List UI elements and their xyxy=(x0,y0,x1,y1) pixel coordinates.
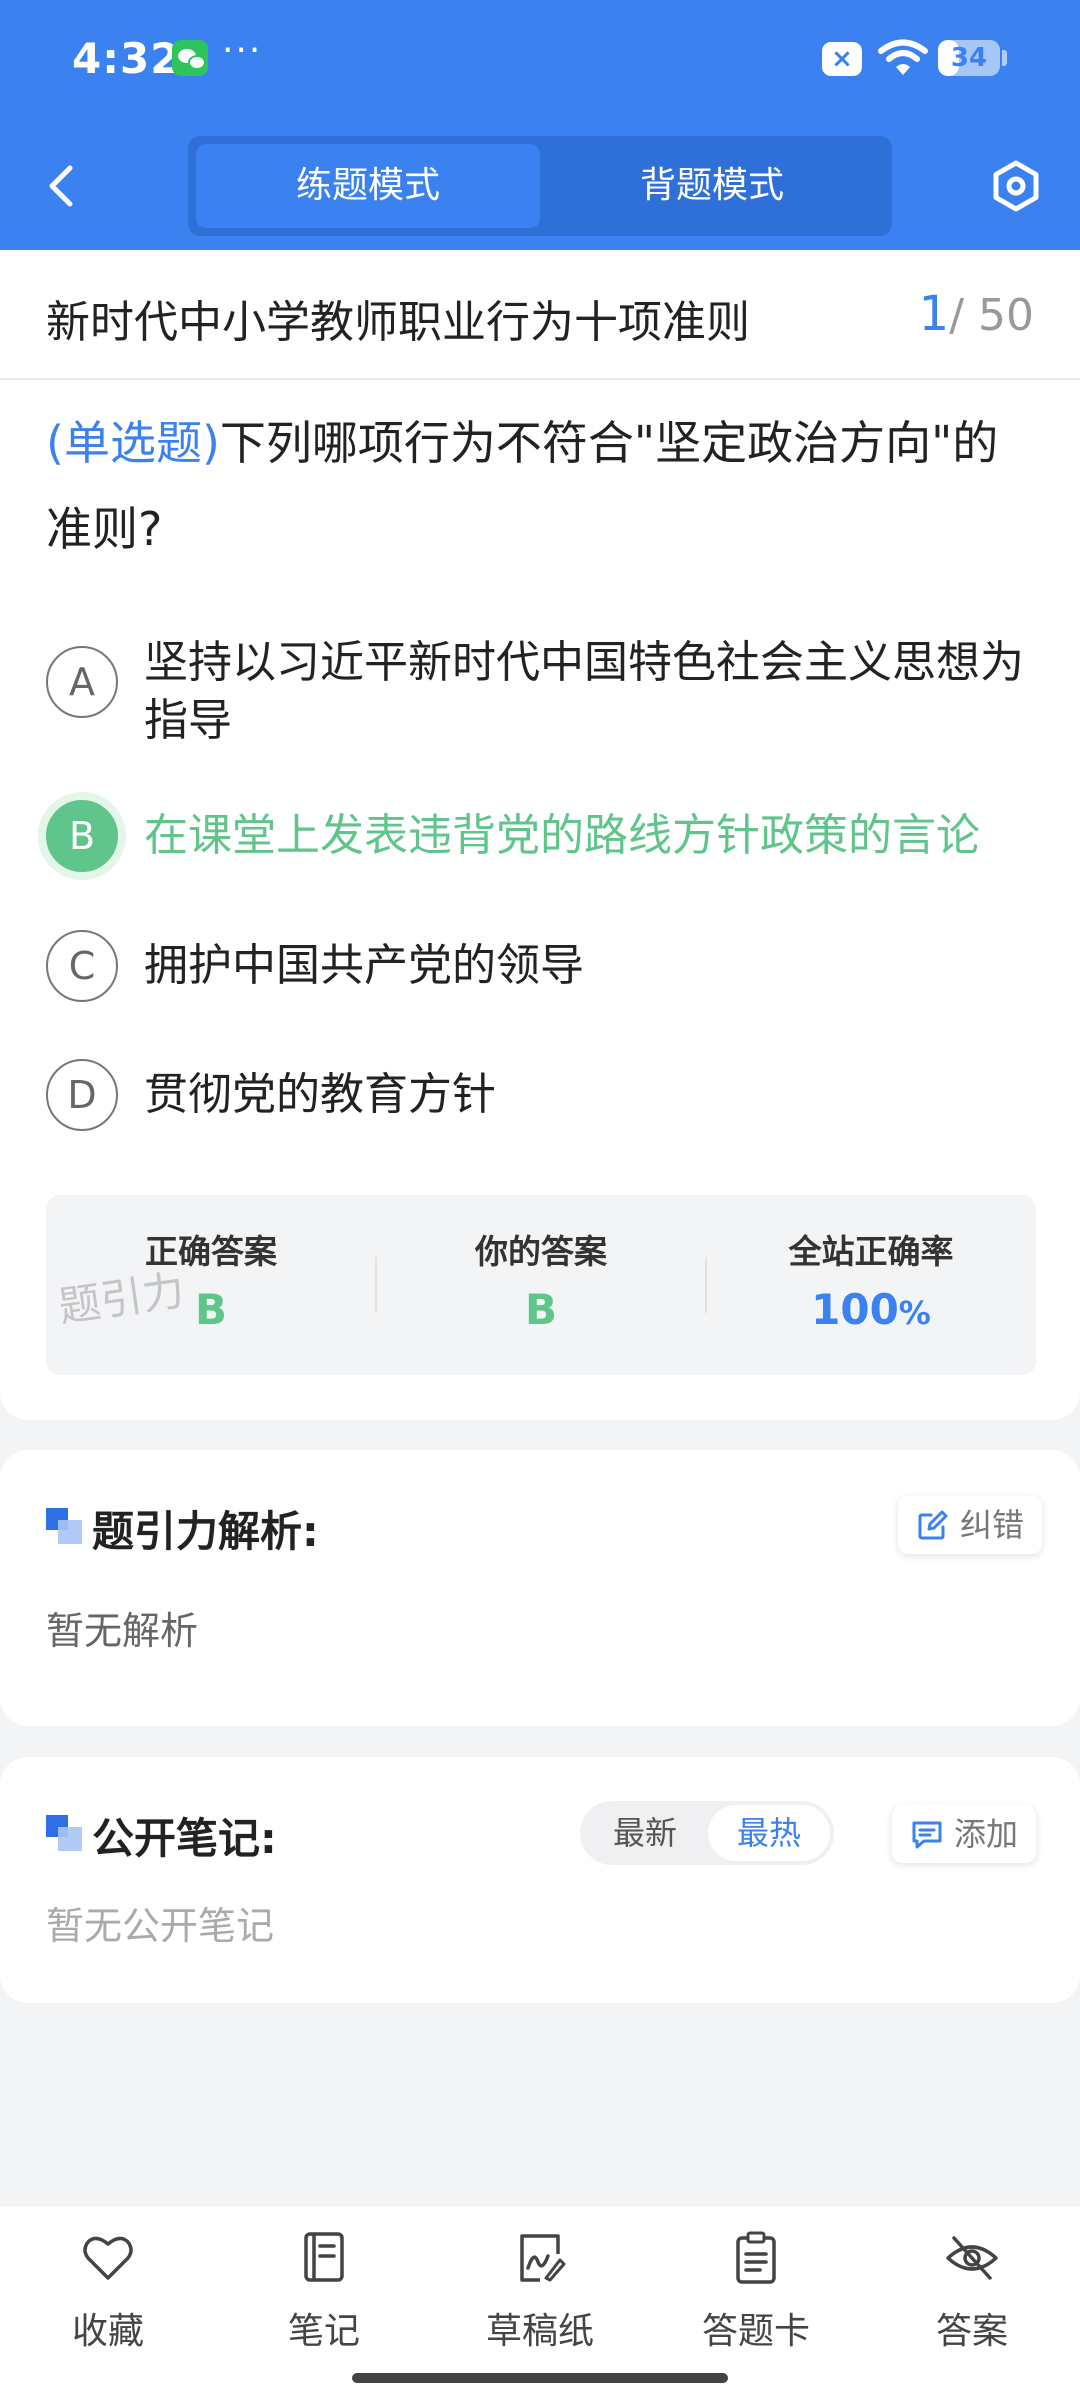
question-counter: 1/ 50 xyxy=(919,286,1034,342)
option-c[interactable]: C 拥护中国共产党的领导 xyxy=(46,930,1036,1002)
battery-cap xyxy=(1002,50,1007,66)
status-time: 4:32 xyxy=(72,34,181,83)
answer-card-label: 答题卡 xyxy=(701,2311,810,2352)
settings-icon[interactable] xyxy=(990,160,1042,212)
wifi-icon xyxy=(878,39,928,75)
option-letter: C xyxy=(46,930,118,1002)
notes-title: 公开笔记: xyxy=(92,1814,277,1863)
notes-button[interactable]: 笔记 xyxy=(216,2230,432,2370)
notes-label: 笔记 xyxy=(287,2311,360,2352)
correct-answer-label: 正确答案 xyxy=(145,1232,277,1271)
option-text: 坚持以习近平新时代中国特色社会主义思想为指导 xyxy=(144,637,1024,746)
current-question-number: 1 xyxy=(918,286,950,342)
add-note-label: 添加 xyxy=(954,1815,1019,1853)
divider xyxy=(0,378,1080,380)
mode-switch: 练题模式 背题模式 xyxy=(188,136,892,236)
battery-level: 34 xyxy=(950,43,988,73)
comment-icon xyxy=(912,1821,942,1849)
header: 4:32 ··· × 34 练题模式 背题模式 xyxy=(0,0,1080,250)
draft-icon xyxy=(520,2234,566,2282)
favorite-button[interactable]: 收藏 xyxy=(0,2230,216,2370)
accuracy-rate-value: 100% xyxy=(706,1285,1036,1334)
total-questions: / 50 xyxy=(949,290,1034,341)
wechat-icon xyxy=(172,40,208,76)
your-answer-label: 你的答案 xyxy=(475,1232,607,1271)
report-error-label: 纠错 xyxy=(960,1506,1025,1544)
question-text-block: (单选题)下列哪项行为不符合"坚定政治方向"的准则? xyxy=(46,400,1036,572)
report-error-button[interactable]: 纠错 xyxy=(898,1496,1043,1554)
notes-body: 暂无公开笔记 xyxy=(46,1904,275,1948)
heart-icon xyxy=(83,2236,133,2280)
accuracy-rate-column: 全站正确率 100% xyxy=(706,1195,1036,1375)
draft-paper-button[interactable]: 草稿纸 xyxy=(432,2230,648,2370)
option-a[interactable]: A 坚持以习近平新时代中国特色社会主义思想为指导 xyxy=(46,634,1036,750)
answer-summary: 正确答案 B 你的答案 B 全站正确率 100% 题引力 xyxy=(46,1195,1036,1375)
option-letter: B xyxy=(46,800,118,872)
notebook-icon xyxy=(304,2232,344,2282)
section-icon xyxy=(46,1815,82,1851)
analysis-body: 暂无解析 xyxy=(46,1609,199,1653)
option-letter: D xyxy=(46,1059,118,1131)
bottom-toolbar: 收藏 笔记 草稿纸 答题卡 答案 xyxy=(0,2205,1080,2400)
status-bar: 4:32 ··· × 34 xyxy=(0,0,1080,120)
option-text: 贯彻党的教育方针 xyxy=(144,1069,496,1120)
notes-card: 公开笔记: 最新 最热 添加 暂无公开笔记 xyxy=(0,1757,1080,2003)
notes-sort-toggle: 最新 最热 xyxy=(580,1801,834,1865)
back-icon[interactable] xyxy=(40,150,84,220)
draft-paper-label: 草稿纸 xyxy=(485,2311,594,2352)
battery-icon: 34 xyxy=(938,40,1000,76)
option-text: 在课堂上发表违背党的路线方针政策的言论 xyxy=(144,810,980,861)
tab-practice-mode[interactable]: 练题模式 xyxy=(196,144,540,228)
analysis-title: 题引力解析: xyxy=(92,1507,319,1556)
answer-card-button[interactable]: 答题卡 xyxy=(648,2230,864,2370)
option-text: 拥护中国共产党的领导 xyxy=(144,940,584,991)
accuracy-rate-label: 全站正确率 xyxy=(788,1232,954,1271)
section-icon xyxy=(46,1508,82,1544)
close-notification-icon: × xyxy=(822,42,862,76)
tab-memorize-mode[interactable]: 背题模式 xyxy=(540,144,884,228)
your-answer-value: B xyxy=(524,1285,557,1334)
more-notifications-icon: ··· xyxy=(222,30,263,71)
show-answer-button[interactable]: 答案 xyxy=(864,2230,1080,2370)
accuracy-rate-number: 100 xyxy=(811,1285,899,1334)
sort-hot[interactable]: 最热 xyxy=(708,1805,830,1861)
answer-card-icon xyxy=(736,2231,776,2284)
accuracy-rate-unit: % xyxy=(898,1294,931,1332)
eye-off-icon xyxy=(946,2236,998,2280)
edit-icon xyxy=(918,1510,948,1540)
chapter-title: 新时代中小学教师职业行为十项准则 xyxy=(46,297,750,348)
option-b[interactable]: B 在课堂上发表违背党的路线方针政策的言论 xyxy=(46,800,1036,872)
analysis-card: 题引力解析: 纠错 暂无解析 xyxy=(0,1450,1080,1726)
question-card: 新时代中小学教师职业行为十项准则 1/ 50 (单选题)下列哪项行为不符合"坚定… xyxy=(0,250,1080,1420)
question-type: (单选题) xyxy=(46,416,220,470)
favorite-label: 收藏 xyxy=(71,2311,144,2352)
add-note-button[interactable]: 添加 xyxy=(892,1805,1037,1863)
your-answer-column: 你的答案 B xyxy=(376,1195,706,1375)
home-indicator[interactable] xyxy=(352,2373,728,2383)
option-letter: A xyxy=(46,646,118,718)
sort-latest[interactable]: 最新 xyxy=(584,1805,706,1861)
option-d[interactable]: D 贯彻党的教育方针 xyxy=(46,1059,1036,1131)
show-answer-label: 答案 xyxy=(935,2311,1008,2352)
